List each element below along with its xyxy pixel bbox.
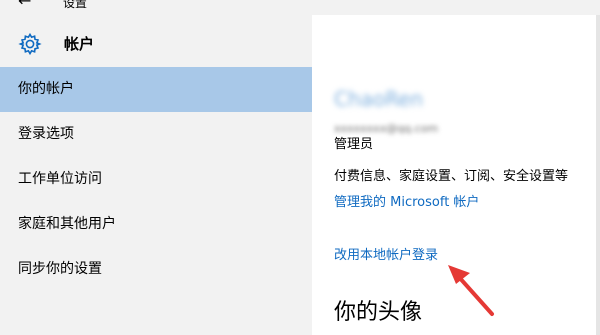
arrow-left-icon: ← [18,0,32,10]
sidebar-item-sign-in-options[interactable]: 登录选项 [0,112,312,157]
window-title: 设置 [63,0,88,10]
account-name-text: ChaoRen [334,87,424,111]
local-account-login-link[interactable]: 改用本地帐户登录 [334,247,438,265]
page-title: 帐户 [64,35,95,53]
red-arrow-icon [448,265,494,316]
page-header: 帐户 [0,15,312,67]
sidebar-item-label: 你的帐户 [18,81,74,97]
manage-microsoft-account-link[interactable]: 管理我的 Microsoft 帐户 [334,194,479,212]
scrollbar[interactable] [596,15,600,335]
sidebar-item-label: 同步你的设置 [18,261,102,277]
sidebar-item-work-access[interactable]: 工作单位访问 [0,157,312,202]
account-info-text: 付费信息、家庭设置、订阅、安全设置等 [334,169,569,184]
account-name: ChaoRen [334,88,444,110]
sidebar-item-sync-settings[interactable]: 同步你的设置 [0,247,312,292]
sidebar-item-family-users[interactable]: 家庭和其他用户 [0,202,312,247]
back-button[interactable]: ← [18,0,38,11]
avatar-section-title: 你的头像 [334,300,423,325]
account-role: 管理员 [334,137,374,152]
sidebar-item-label: 工作单位访问 [18,171,102,187]
gear-icon [18,32,42,56]
account-email: xxxxxxxx@qq.com [334,117,479,135]
account-email-text: xxxxxxxx@qq.com [334,122,439,135]
title-bar: ← 设置 [0,0,600,15]
sidebar-item-label: 登录选项 [18,126,74,142]
sidebar-item-label: 家庭和其他用户 [18,216,116,232]
sidebar-item-your-account[interactable]: 你的帐户 [0,67,312,112]
